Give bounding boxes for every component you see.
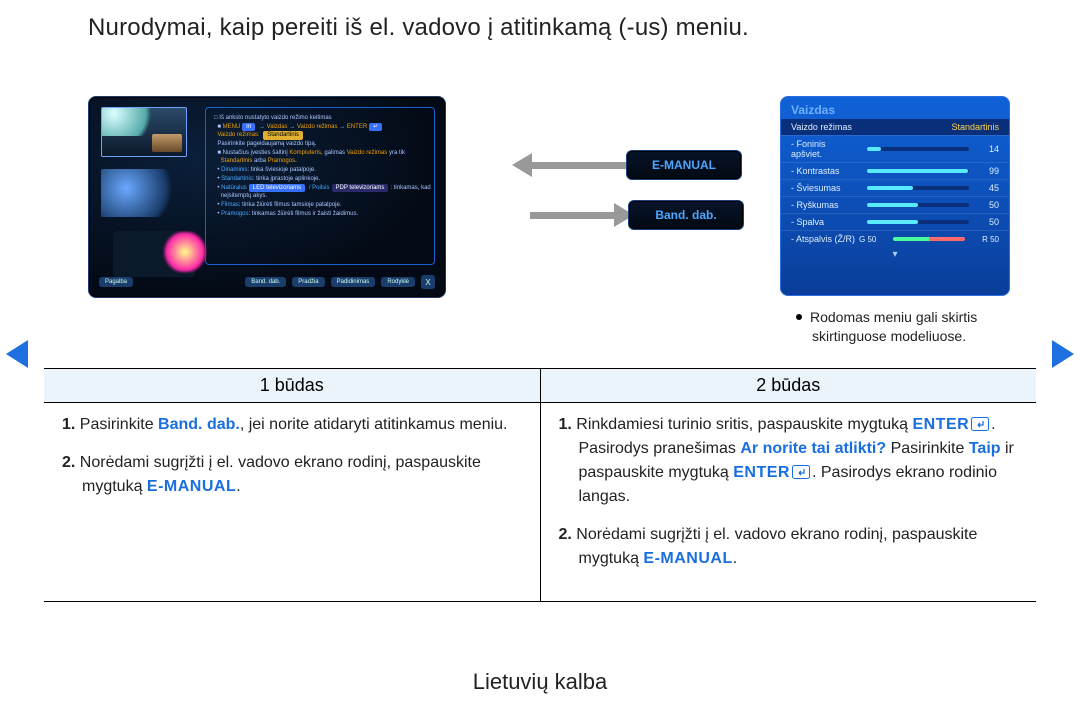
footer-close[interactable]: X	[421, 275, 435, 289]
method-2: 2 būdas 1. Rinkdamiesi turinio sritis, p…	[540, 369, 1037, 602]
banddab-pill[interactable]: Band. dab.	[628, 200, 744, 230]
footer-home[interactable]: Pradžia	[292, 277, 324, 287]
menu-row-backlight[interactable]: - Foninis apšviet.14	[781, 135, 1009, 162]
emanual-preview: □ Iš anksto nustatyto vaizdo režimo keit…	[88, 96, 446, 298]
emanual-heading: Iš anksto nustatyto vaizdo režimo keitim…	[219, 115, 331, 121]
slider-icon	[867, 203, 969, 207]
bullet-icon	[796, 314, 802, 320]
direction-arrows: E-MANUAL Band. dab.	[512, 150, 744, 250]
menu-row-contrast[interactable]: - Kontrastas99	[781, 162, 1009, 179]
page-title: Nurodymai, kaip pereiti iš el. vadovo į …	[88, 14, 749, 42]
emanual-textblock: □ Iš anksto nustatyto vaizdo režimo keit…	[205, 107, 435, 265]
menu-row-tint[interactable]: - Atspalvis (Ž/R) G 50 R 50	[781, 230, 1009, 247]
menu-title: Vaizdas	[781, 97, 1009, 119]
slider-icon	[867, 186, 969, 190]
method-1: 1 būdas 1. Pasirinkite Band. dab., jei n…	[44, 369, 540, 602]
thumb-1	[101, 107, 187, 157]
language-footer: Lietuvių kalba	[0, 669, 1080, 695]
method-2-step-1: 1. Rinkdamiesi turinio sritis, paspauski…	[579, 413, 1019, 509]
slider-icon	[867, 220, 969, 224]
prev-page-button[interactable]	[6, 340, 28, 368]
menu-row-mode[interactable]: Vaizdo režimas Standartinis	[781, 119, 1009, 135]
picture-menu-preview: Vaizdas Vaizdo režimas Standartinis - Fo…	[780, 96, 1010, 296]
menu-row-sharpness[interactable]: - Ryškumas50	[781, 196, 1009, 213]
enter-icon	[792, 465, 810, 479]
enter-icon	[971, 417, 989, 431]
emanual-footer: Pagalba Band. dab. Pradžia Padidinimas R…	[99, 273, 435, 291]
footer-help[interactable]: Pagalba	[99, 277, 133, 287]
menu-row-color[interactable]: - Spalva50	[781, 213, 1009, 230]
thumb-3	[113, 231, 195, 277]
emanual-pill[interactable]: E-MANUAL	[626, 150, 742, 180]
method-2-step-2: 2. Norėdami sugrįžti į el. vadovo ekrano…	[579, 523, 1019, 571]
method-2-title: 2 būdas	[541, 369, 1037, 403]
arrow-left-icon	[512, 153, 532, 177]
methods-table: 1 būdas 1. Pasirinkite Band. dab., jei n…	[44, 368, 1036, 602]
thumb-2	[101, 169, 185, 217]
slider-icon	[867, 169, 969, 173]
footer-banddab[interactable]: Band. dab.	[245, 277, 286, 287]
method-1-step-2: 2. Norėdami sugrįžti į el. vadovo ekrano…	[82, 451, 522, 499]
footer-index[interactable]: Rodyklė	[381, 277, 415, 287]
footer-zoom[interactable]: Padidinimas	[331, 277, 376, 287]
menu-row-brightness[interactable]: - Šviesumas45	[781, 179, 1009, 196]
method-1-step-1: 1. Pasirinkite Band. dab., jei norite at…	[82, 413, 522, 437]
slider-icon	[867, 147, 969, 151]
chevron-down-icon[interactable]: ▾	[781, 247, 1009, 262]
method-1-title: 1 būdas	[44, 369, 540, 403]
next-page-button[interactable]	[1052, 340, 1074, 368]
dual-slider-icon	[893, 237, 965, 241]
menu-note: Rodomas meniu gali skirtis skirtinguose …	[812, 308, 1022, 346]
